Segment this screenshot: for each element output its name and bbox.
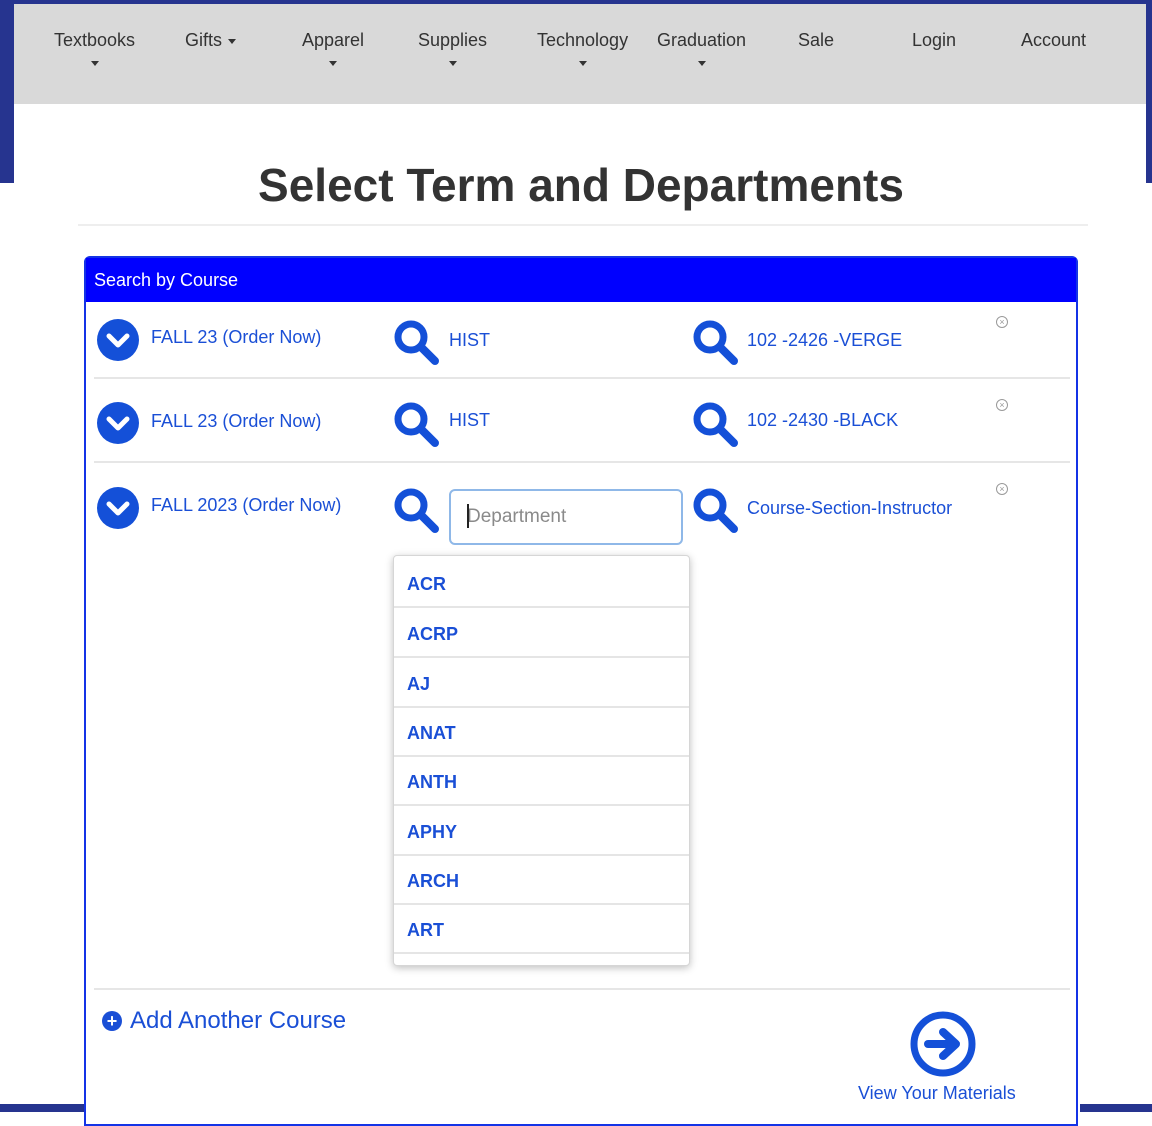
row-divider [94, 988, 1070, 990]
view-materials-arrow-right-circle-icon[interactable] [910, 1011, 976, 1077]
nav-item-sale[interactable]: Sale [798, 30, 834, 51]
department-input[interactable] [449, 489, 683, 545]
nav-item-login[interactable]: Login [912, 30, 956, 51]
caret-down-icon [697, 61, 706, 66]
nav-item-label: Sale [798, 30, 835, 50]
frame-right-border [1146, 0, 1152, 183]
dropdown-option[interactable]: AJ [394, 660, 689, 708]
view-materials-link[interactable]: View Your Materials [858, 1083, 1016, 1104]
dropdown-option[interactable]: ANAT [394, 709, 689, 757]
course-link[interactable]: 102 -2430 -BLACK [747, 410, 898, 431]
plus-circle-icon: + [102, 1011, 122, 1031]
term-toggle-chevron-down-icon[interactable] [97, 402, 139, 444]
term-link[interactable]: FALL 2023 (Order Now) [151, 495, 341, 516]
course-link[interactable]: 102 -2426 -VERGE [747, 330, 902, 351]
caret-down-icon [90, 61, 99, 66]
remove-row-close-circle-icon[interactable]: × [996, 316, 1008, 328]
remove-row-close-circle-icon[interactable]: × [996, 483, 1008, 495]
add-course-button[interactable]: + Add Another Course [102, 1007, 346, 1035]
nav-item-label: Login [912, 30, 957, 50]
department-dropdown: ACR ACRP AJ ANAT ANTH APHY ARCH ART [393, 555, 690, 966]
page-title: Select Term and Departments [258, 159, 904, 211]
caret-down-icon [228, 38, 237, 44]
caret-down-icon [329, 61, 338, 66]
title-divider [78, 224, 1088, 226]
course-link[interactable]: Course-Section-Instructor [747, 498, 952, 519]
department-search-magnifier-icon[interactable] [392, 400, 442, 450]
nav-item-textbooks[interactable]: Textbooks [54, 30, 135, 66]
nav-item-label: Gifts [185, 30, 223, 50]
nav-item-graduation[interactable]: Graduation [657, 30, 746, 66]
row-divider [94, 461, 1070, 463]
panel-heading: Search by Course [86, 258, 1076, 302]
remove-row-close-circle-icon[interactable]: × [996, 399, 1008, 411]
text-cursor [467, 504, 469, 528]
dropdown-option[interactable]: ART [394, 906, 689, 954]
nav-item-technology[interactable]: Technology [537, 30, 628, 66]
term-toggle-chevron-down-icon[interactable] [97, 319, 139, 361]
nav-item-label: Apparel [302, 30, 365, 50]
nav-item-label: Technology [537, 30, 629, 50]
term-link[interactable]: FALL 23 (Order Now) [151, 327, 321, 348]
nav-item-label: Textbooks [54, 30, 136, 50]
dropdown-option[interactable]: ANTH [394, 758, 689, 806]
term-toggle-chevron-down-icon[interactable] [97, 487, 139, 529]
dropdown-option[interactable]: ACRP [394, 610, 689, 658]
add-course-label: Add Another Course [130, 1007, 347, 1034]
caret-down-icon [578, 61, 587, 66]
frame-bottom-right-border [1080, 1104, 1152, 1112]
dropdown-option[interactable]: APHY [394, 808, 689, 856]
nav-item-supplies[interactable]: Supplies [418, 30, 487, 66]
dropdown-option[interactable]: ACR [394, 560, 689, 608]
term-link[interactable]: FALL 23 (Order Now) [151, 411, 321, 432]
course-search-magnifier-icon[interactable] [691, 486, 741, 536]
caret-down-icon [448, 61, 457, 66]
course-search-magnifier-icon[interactable] [691, 318, 741, 368]
department-search-magnifier-icon[interactable] [392, 318, 442, 368]
course-search-magnifier-icon[interactable] [691, 400, 741, 450]
top-navbar: Textbooks Gifts Apparel Supplies Technol… [14, 4, 1146, 104]
frame-bottom-left-border [0, 1104, 84, 1112]
department-link[interactable]: HIST [449, 410, 490, 431]
nav-item-account[interactable]: Account [1021, 30, 1086, 51]
nav-item-label: Supplies [418, 30, 488, 50]
nav-item-label: Account [1021, 30, 1087, 50]
nav-item-gifts[interactable]: Gifts [185, 30, 237, 51]
nav-item-label: Graduation [657, 30, 747, 50]
dropdown-option[interactable]: ARCH [394, 857, 689, 905]
department-link[interactable]: HIST [449, 330, 490, 351]
department-search-magnifier-icon[interactable] [392, 486, 442, 536]
nav-item-apparel[interactable]: Apparel [302, 30, 364, 66]
row-divider [94, 377, 1070, 379]
frame-left-border [0, 0, 14, 183]
